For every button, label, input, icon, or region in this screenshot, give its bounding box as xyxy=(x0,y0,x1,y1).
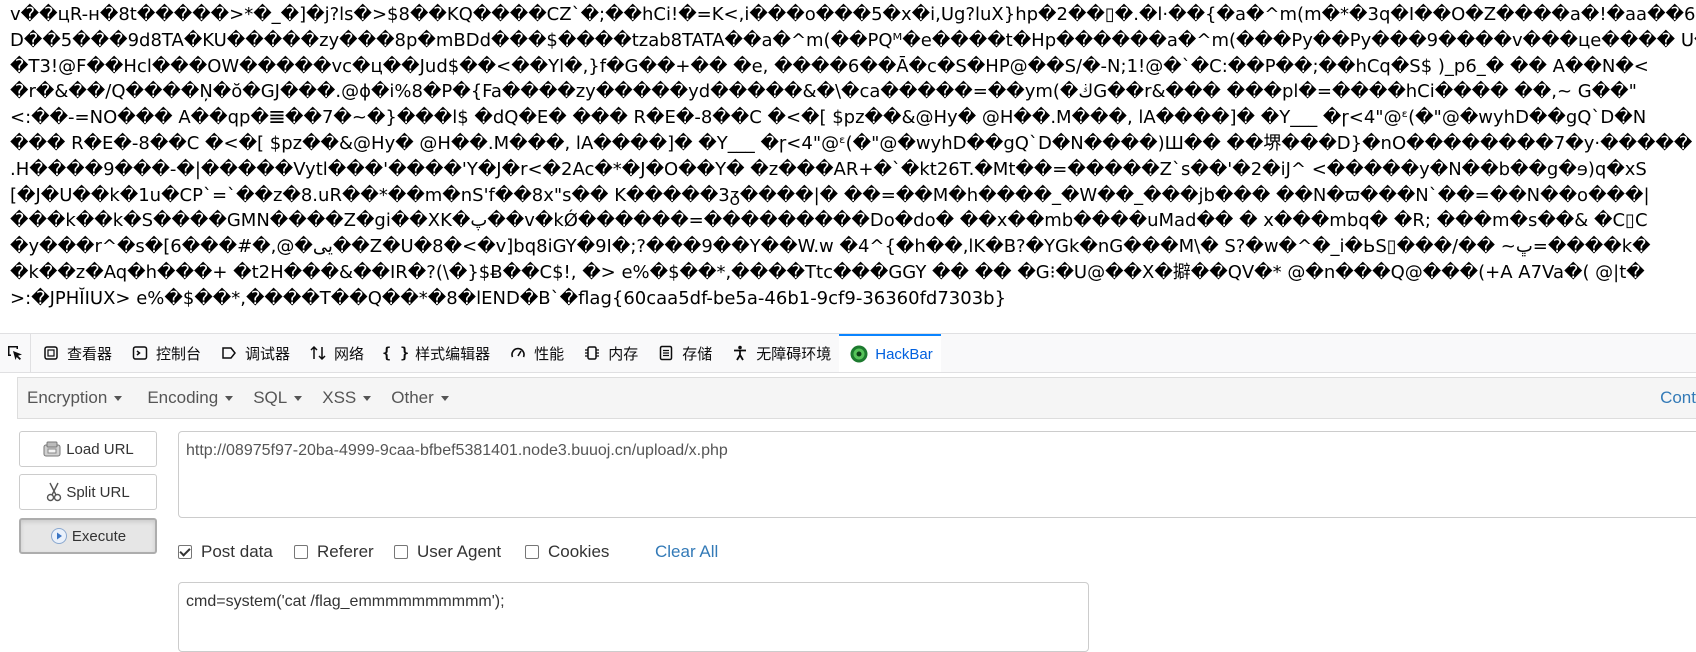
console-icon xyxy=(130,343,150,363)
menu-encoding[interactable]: Encoding xyxy=(138,388,242,408)
output-line: .H����9���-�|�����Vytl���'����'Y�J�r<�2A… xyxy=(10,158,1647,180)
tab-label: 无障碍环境 xyxy=(756,345,832,363)
element-picker-icon[interactable] xyxy=(0,334,31,372)
output-line: D��5���9d8TA�KU�����zy���8p�mBDd���$����… xyxy=(10,29,1696,51)
caret-down-icon xyxy=(363,395,372,401)
contribute-link[interactable]: Cont xyxy=(1660,378,1696,418)
network-icon xyxy=(308,343,328,363)
inspector-icon xyxy=(41,343,61,363)
load-url-button[interactable]: Load URL xyxy=(19,431,157,467)
tab-label: 性能 xyxy=(534,345,565,363)
menu-label: SQL xyxy=(253,388,288,407)
output-line: >:�JPHĬIUX> e%�$��*,����T��Q��*�8�lEND�B… xyxy=(10,287,1007,309)
output-line: �r�&��/Q����Ņ�ŏ�GJ���.@ϕ�i%8�P�{Fa����zy… xyxy=(10,81,1637,103)
menu-label: Encoding xyxy=(147,388,219,407)
menu-sql[interactable]: SQL xyxy=(244,388,311,408)
tab-label: 网络 xyxy=(334,345,365,363)
menu-encryption[interactable]: Encryption xyxy=(18,388,131,408)
option-label: Post data xyxy=(201,542,273,561)
tab-console[interactable]: 控制台 xyxy=(120,334,209,372)
output-line: <:��-=NO��� A��qp�𝌆��7�~�}���l$ �dQ�E� �… xyxy=(10,107,1647,129)
output-line: �T3!@F��Hcl���OW�����vc�ц��Jud$��<��Yl�,… xyxy=(10,55,1649,77)
devtools-toolbar: 查看器 控制台 调试器 网络 { } 样式编辑器 性能 内存 存储 无障碍环境 … xyxy=(0,333,1696,373)
user-agent-checkbox[interactable]: User Agent xyxy=(394,541,501,563)
tab-style-editor[interactable]: { } 样式编辑器 xyxy=(372,334,498,372)
post-data-checkbox[interactable]: Post data xyxy=(178,541,273,563)
output-line: v��цR-н�8t�����>*�_�]�j?ls�>$8��KQ����CZ… xyxy=(10,4,1696,25)
output-line: ��� R�E�-8��C �<�[ $pz��&@Hy� @H��.M���,… xyxy=(10,132,1693,154)
caret-down-icon xyxy=(114,395,123,401)
tab-label: 内存 xyxy=(608,345,639,363)
memory-icon xyxy=(582,343,602,363)
scissors-icon xyxy=(46,482,62,502)
output-line: [�J�U��k�1u�CP`=`��z�8.uR��*��m�nS'f��8x… xyxy=(10,184,1650,206)
storage-icon xyxy=(656,343,676,363)
checkbox-unchecked[interactable] xyxy=(525,545,539,559)
referer-checkbox[interactable]: Referer xyxy=(294,541,374,563)
output-line: ���k��k�S����GMN����Z�gi��XK�پ��v�kǾ����… xyxy=(10,210,1648,232)
accessibility-icon xyxy=(730,343,750,363)
caret-down-icon xyxy=(440,395,449,401)
button-label: Execute xyxy=(71,527,127,545)
tab-label: 存储 xyxy=(682,345,713,363)
cookies-checkbox[interactable]: Cookies xyxy=(525,541,609,563)
debugger-icon xyxy=(219,343,239,363)
caret-down-icon xyxy=(294,395,303,401)
load-url-icon xyxy=(42,440,62,458)
tab-label: 样式编辑器 xyxy=(415,345,491,363)
menu-label: Encryption xyxy=(27,388,108,407)
button-label: Split URL xyxy=(66,483,130,501)
url-input[interactable]: http://08975f97-20ba-4999-9caa-bfbef5381… xyxy=(178,431,1696,518)
tab-performance[interactable]: 性能 xyxy=(498,334,572,372)
hackbar-icon xyxy=(849,344,869,364)
tab-storage[interactable]: 存储 xyxy=(646,334,720,372)
tab-accessibility[interactable]: 无障碍环境 xyxy=(720,334,839,372)
menu-other[interactable]: Other xyxy=(382,388,458,408)
output-line: �k��z�Aq�h���+ �t2H���&��IR�?(\�}$Ƀ��C$!… xyxy=(10,261,1645,283)
button-label: Load URL xyxy=(66,440,134,458)
clear-all-link[interactable]: Clear All xyxy=(655,541,718,563)
option-label: User Agent xyxy=(417,542,502,561)
menu-xss[interactable]: XSS xyxy=(313,388,380,408)
checkbox-unchecked[interactable] xyxy=(294,545,308,559)
page-output-text: v��цR-н�8t�����>*�_�]�j?ls�>$8��KQ����CZ… xyxy=(0,0,1696,332)
hackbar-menu-bar: Encryption Encoding SQL XSS Other Cont xyxy=(17,377,1696,419)
execute-button[interactable]: Execute xyxy=(19,518,157,554)
menu-label: XSS xyxy=(322,388,357,407)
output-line: �y���r^�s�[6���#�,@�یی��Z�U�8�<�v]bq8iGY… xyxy=(10,236,1651,258)
tab-label: 查看器 xyxy=(67,345,113,363)
tab-memory[interactable]: 内存 xyxy=(572,334,646,372)
performance-icon xyxy=(508,343,528,363)
caret-down-icon xyxy=(225,395,234,401)
tab-label: 控制台 xyxy=(156,345,202,363)
split-url-button[interactable]: Split URL xyxy=(19,474,157,510)
style-editor-icon: { } xyxy=(382,344,410,362)
tab-network[interactable]: 网络 xyxy=(298,334,372,372)
tab-inspector[interactable]: 查看器 xyxy=(31,334,120,372)
tab-debugger[interactable]: 调试器 xyxy=(209,334,298,372)
tab-hackbar[interactable]: HackBar xyxy=(839,334,941,372)
checkbox-unchecked[interactable] xyxy=(394,545,408,559)
menu-label: Other xyxy=(391,388,434,407)
post-data-input[interactable]: cmd=system('cat /flag_emmmmmmmmmm'); xyxy=(178,582,1089,652)
option-label: Referer xyxy=(317,542,374,561)
option-label: Cookies xyxy=(548,542,610,561)
tab-label: 调试器 xyxy=(245,345,291,363)
play-icon xyxy=(50,527,68,545)
checkbox-checked[interactable] xyxy=(178,545,192,559)
tab-label: HackBar xyxy=(875,345,933,363)
